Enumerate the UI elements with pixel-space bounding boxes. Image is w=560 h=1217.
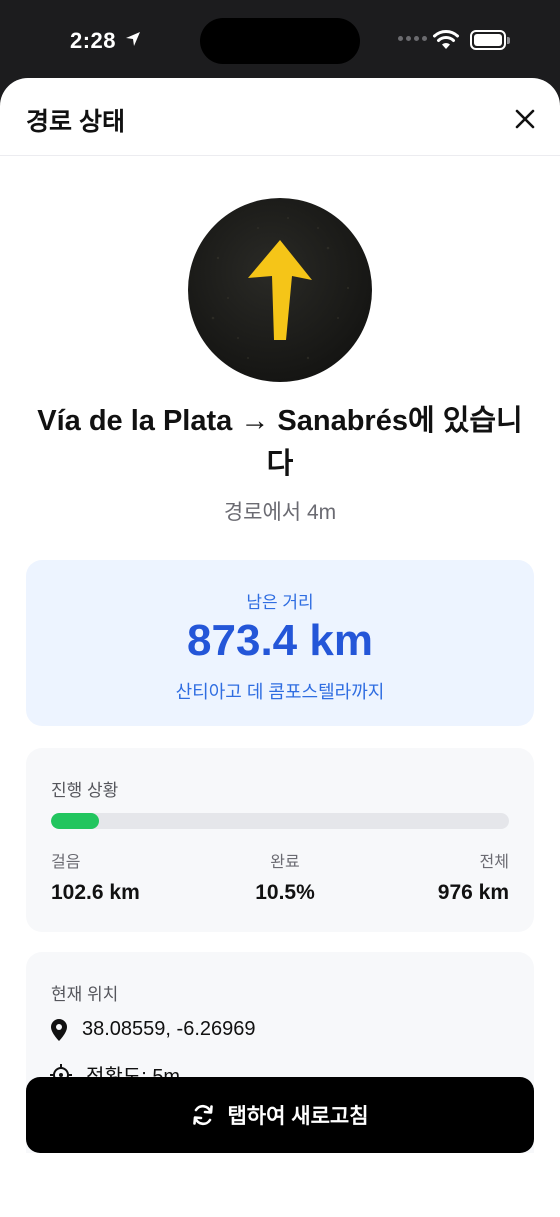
status-time: 2:28: [70, 28, 117, 53]
completed-value: 10.5%: [255, 881, 315, 904]
location-arrow-icon: [126, 32, 140, 46]
sheet-title: 경로 상태: [26, 108, 125, 136]
signal-dots-icon: [398, 36, 427, 41]
yellow-arrow-up-icon: [188, 198, 372, 382]
total-stat: 전체 976 km: [438, 848, 509, 905]
status-bar: 2:28: [0, 0, 560, 80]
refresh-label: 탭하여 새로고침: [227, 1105, 369, 1128]
remaining-distance-card: 남은 거리 873.4 km 산티아고 데 콤포스텔라까지: [26, 560, 534, 726]
coordinates-text: 38.08559, -6.26969: [82, 1018, 256, 1040]
route-distance: 경로에서 4m: [223, 501, 337, 524]
refresh-icon: [193, 1104, 214, 1126]
total-label: 전체: [479, 854, 509, 871]
remaining-destination: 산티아고 데 콤포스텔라까지: [175, 682, 385, 702]
route-status-sheet: 경로 상태 Vía de la Plata → Sanabrés에 있습니다 경…: [0, 78, 560, 1217]
progress-fill: [51, 813, 100, 829]
coordinates-row: 38.08559, -6.26969: [50, 1018, 256, 1041]
close-button[interactable]: [506, 100, 544, 138]
location-title: Vía de la Plata → Sanabrés에 있습니다: [37, 405, 523, 480]
map-pin-icon: [51, 1018, 67, 1041]
close-icon: [515, 109, 535, 129]
wifi-icon: [433, 30, 459, 49]
walked-value: 102.6 km: [51, 881, 140, 904]
progress-label: 진행 상황: [51, 781, 119, 800]
completed-label: 완료: [270, 854, 300, 871]
remaining-label: 남은 거리: [246, 593, 314, 612]
remaining-value: 873.4 km: [187, 616, 373, 665]
completed-stat: 완료 10.5%: [230, 848, 340, 905]
walked-stat: 걸음 102.6 km: [51, 848, 140, 905]
progress-card: 진행 상황 걸음 102.6 km 완료 10.5% 전체 976 km: [26, 748, 534, 932]
dynamic-island: [200, 18, 360, 64]
refresh-button[interactable]: 탭하여 새로고침: [26, 1077, 534, 1153]
bottom-area: [0, 1153, 560, 1217]
battery-icon: [470, 30, 510, 50]
walked-label: 걸음: [51, 854, 81, 871]
position-label: 현재 위치: [51, 985, 119, 1004]
total-value: 976 km: [437, 881, 509, 904]
sheet-header: 경로 상태: [0, 78, 560, 156]
progress-track: [51, 813, 509, 829]
